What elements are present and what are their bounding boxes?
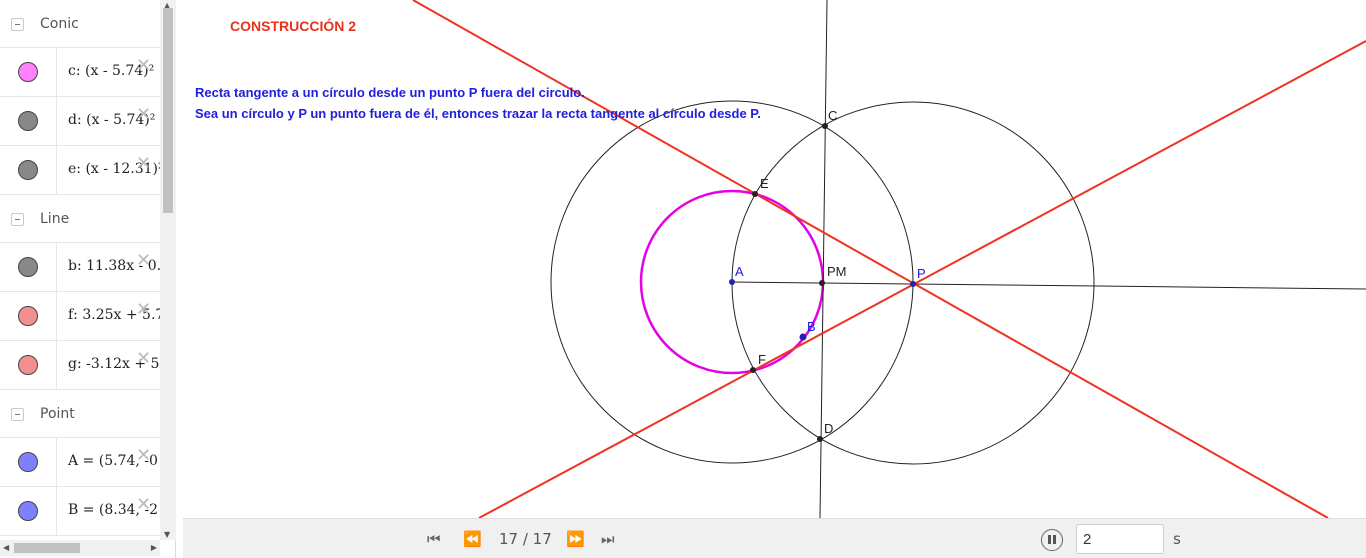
graphics-view[interactable]: A B C D E F PM P CONSTRUCCIÓN 2 Recta ta…	[183, 0, 1366, 518]
group-label: Point	[40, 406, 75, 422]
visibility-marble-icon[interactable]	[18, 355, 38, 375]
construction-playbar: ⏮ ⏪ 17 / 17 ⏩ ⏭ s	[183, 518, 1366, 558]
algebra-item[interactable]: A = (5.74, -0 ✕	[0, 438, 160, 487]
point-p[interactable]	[910, 281, 916, 287]
first-step-icon[interactable]: ⏮	[427, 529, 441, 549]
visibility-toggle[interactable]	[0, 243, 57, 291]
point-f[interactable]	[750, 367, 756, 373]
scroll-right-arrow-icon[interactable]: ▶	[151, 543, 157, 552]
last-step-icon[interactable]: ⏭	[601, 529, 615, 549]
visibility-marble-icon[interactable]	[18, 501, 38, 521]
label-c: C	[828, 108, 837, 123]
point-e[interactable]	[752, 191, 758, 197]
algebra-item[interactable]: d: (x - 5.74)² ✕	[0, 97, 160, 146]
label-f: F	[758, 352, 766, 367]
description-line-2: Sea un círculo y P un punto fuera de él,…	[195, 106, 761, 121]
algebra-item[interactable]: e: (x - 12.31)² ✕	[0, 146, 160, 195]
pause-icon[interactable]	[1041, 529, 1063, 551]
step-counter: 17 / 17	[499, 530, 552, 548]
construction-canvas[interactable]: A B C D E F PM P	[183, 0, 1366, 518]
visibility-marble-icon[interactable]	[18, 306, 38, 326]
algebra-item[interactable]: b: 11.38x - 0. ✕	[0, 243, 160, 292]
scroll-down-arrow-icon[interactable]: ▼	[164, 530, 170, 539]
visibility-toggle[interactable]	[0, 438, 57, 486]
collapse-icon[interactable]	[11, 408, 24, 421]
visibility-marble-icon[interactable]	[18, 111, 38, 131]
group-label: Line	[40, 211, 70, 227]
line-ap[interactable]	[731, 281, 1366, 290]
delete-icon[interactable]: ✕	[136, 301, 151, 319]
label-d: D	[824, 421, 833, 436]
vertical-scrollbar[interactable]: ▲ ▼	[160, 0, 176, 540]
algebra-item[interactable]: c: (x - 5.74)² ✕	[0, 48, 160, 97]
speed-unit-label: s	[1173, 530, 1181, 548]
algebra-view: Conic c: (x - 5.74)² ✕ d: (x - 5.74)² ✕ e: (x…	[0, 0, 176, 558]
algebra-item[interactable]: B = (8.34, -2 ✕	[0, 487, 160, 536]
visibility-marble-icon[interactable]	[18, 452, 38, 472]
group-header-line: Line	[0, 195, 160, 243]
delete-icon[interactable]: ✕	[136, 57, 151, 75]
line-g-tangent[interactable]	[412, 0, 1329, 518]
description-line-1: Recta tangente a un círculo desde un pun…	[195, 85, 585, 100]
label-pm: PM	[827, 264, 847, 279]
group-label: Conic	[40, 16, 79, 32]
horizontal-scrollbar[interactable]: ◀ ▶	[0, 540, 160, 556]
speed-input[interactable]	[1076, 524, 1164, 554]
horizontal-scroll-thumb[interactable]	[14, 543, 80, 553]
delete-icon[interactable]: ✕	[136, 252, 151, 270]
point-d[interactable]	[817, 436, 823, 442]
point-b[interactable]	[799, 333, 807, 341]
group-header-conic: Conic	[0, 0, 160, 48]
visibility-marble-icon[interactable]	[18, 160, 38, 180]
point-a[interactable]	[729, 279, 735, 285]
visibility-toggle[interactable]	[0, 97, 57, 145]
visibility-toggle[interactable]	[0, 48, 57, 96]
visibility-marble-icon[interactable]	[18, 257, 38, 277]
previous-step-icon[interactable]: ⏪	[463, 529, 482, 549]
next-step-icon[interactable]: ⏩	[566, 529, 585, 549]
algebra-item[interactable]: g: -3.12x + 5. ✕	[0, 341, 160, 390]
collapse-icon[interactable]	[11, 213, 24, 226]
algebra-list: Conic c: (x - 5.74)² ✕ d: (x - 5.74)² ✕ e: (x…	[0, 0, 160, 540]
visibility-toggle[interactable]	[0, 487, 57, 535]
visibility-toggle[interactable]	[0, 292, 57, 340]
delete-icon[interactable]: ✕	[136, 106, 151, 124]
scroll-left-arrow-icon[interactable]: ◀	[3, 543, 9, 552]
vertical-scroll-thumb[interactable]	[163, 8, 173, 213]
label-p: P	[917, 266, 926, 281]
label-e: E	[760, 176, 769, 191]
label-a: A	[735, 264, 744, 279]
group-header-point: Point	[0, 390, 160, 438]
point-c[interactable]	[822, 123, 828, 129]
delete-icon[interactable]: ✕	[136, 350, 151, 368]
visibility-toggle[interactable]	[0, 341, 57, 389]
algebra-item[interactable]: f: 3.25x + 5.7 ✕	[0, 292, 160, 341]
construction-title: CONSTRUCCIÓN 2	[230, 18, 357, 34]
point-pm[interactable]	[819, 280, 825, 286]
visibility-toggle[interactable]	[0, 146, 57, 194]
label-b: B	[807, 319, 816, 334]
delete-icon[interactable]: ✕	[136, 496, 151, 514]
delete-icon[interactable]: ✕	[136, 155, 151, 173]
visibility-marble-icon[interactable]	[18, 62, 38, 82]
delete-icon[interactable]: ✕	[136, 447, 151, 465]
collapse-icon[interactable]	[11, 18, 24, 31]
